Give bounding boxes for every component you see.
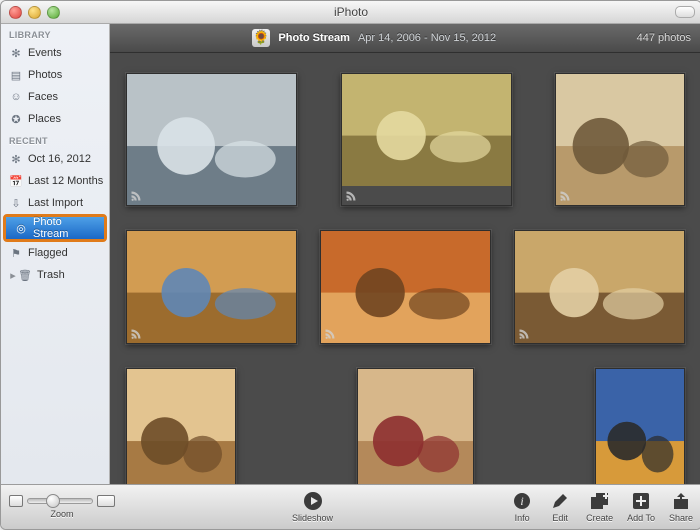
sidebar-item-places[interactable]: ✪ Places xyxy=(1,108,109,130)
sidebar-group-library: LIBRARY xyxy=(1,24,109,42)
sidebar-item-label: Places xyxy=(28,113,61,125)
share-label: Share xyxy=(669,513,693,523)
photos-icon: ▤ xyxy=(9,68,23,82)
sidebar-item-label: Photo Stream xyxy=(33,216,100,240)
minimize-icon[interactable] xyxy=(28,6,41,19)
sidebar-item-date[interactable]: ✻ Oct 16, 2012 xyxy=(1,148,109,170)
sidebar-item-label: Faces xyxy=(28,91,58,103)
date-range: Apr 14, 2006 - Nov 15, 2012 xyxy=(358,32,496,44)
zoom-slider[interactable] xyxy=(27,498,93,504)
photo-thumbnail[interactable] xyxy=(555,73,685,206)
addto-button[interactable]: Add To xyxy=(627,491,655,523)
sidebar: LIBRARY ✻ Events ▤ Photos ☺ Faces ✪ Plac… xyxy=(1,24,110,484)
photo-grid[interactable] xyxy=(110,53,700,484)
chevron-right-icon: ▸ xyxy=(9,269,17,282)
bottom-toolbar: Zoom Slideshow i Info Edit xyxy=(1,484,700,529)
edit-button[interactable]: Edit xyxy=(548,491,572,523)
sidebar-item-label: Last 12 Months xyxy=(28,175,103,187)
content-area: 🌻 Photo Stream Apr 14, 2006 - Nov 15, 20… xyxy=(110,24,700,484)
sidebar-item-label: Trash xyxy=(37,269,65,281)
calendar-icon: 📅 xyxy=(9,174,23,188)
zoom-in-button[interactable] xyxy=(97,495,115,507)
titlebar: iPhoto xyxy=(1,1,700,24)
share-icon xyxy=(669,491,693,511)
zoom-out-button[interactable] xyxy=(9,495,23,507)
info-icon: i xyxy=(510,491,534,511)
info-label: Info xyxy=(515,513,530,523)
photo-thumbnail[interactable] xyxy=(341,73,512,206)
page-title: Photo Stream xyxy=(278,32,350,44)
slider-knob[interactable] xyxy=(46,494,60,508)
photo-count: 447 photos xyxy=(637,32,691,44)
content-header: 🌻 Photo Stream Apr 14, 2006 - Nov 15, 20… xyxy=(110,24,700,53)
places-icon: ✪ xyxy=(9,112,23,126)
photo-thumbnail[interactable] xyxy=(514,230,685,344)
create-button[interactable]: Create xyxy=(586,491,613,523)
sidebar-group-recent: RECENT xyxy=(1,130,109,148)
photo-thumbnail[interactable] xyxy=(357,368,474,484)
photo-thumbnail[interactable] xyxy=(320,230,491,344)
right-tool-group: i Info Edit Create Add To xyxy=(510,491,693,523)
close-icon[interactable] xyxy=(9,6,22,19)
grid-row xyxy=(126,368,685,484)
plus-icon xyxy=(629,491,653,511)
rss-icon xyxy=(559,190,571,202)
sidebar-item-label: Oct 16, 2012 xyxy=(28,153,91,165)
zoom-icon[interactable] xyxy=(47,6,60,19)
traffic-lights xyxy=(9,6,60,19)
addto-label: Add To xyxy=(627,513,655,523)
pencil-icon xyxy=(548,491,572,511)
sidebar-item-label: Flagged xyxy=(28,247,68,259)
window-title: iPhoto xyxy=(1,5,700,19)
sidebar-item-label: Last Import xyxy=(28,197,83,209)
share-button[interactable]: Share xyxy=(669,491,693,523)
flag-icon: ⚑ xyxy=(9,246,23,260)
zoom-control: Zoom xyxy=(9,495,115,519)
selection-highlight: ◎ Photo Stream xyxy=(3,214,107,242)
sidebar-item-flagged[interactable]: ⚑ Flagged xyxy=(1,242,109,264)
slideshow-label: Slideshow xyxy=(292,513,333,523)
sidebar-item-label: Photos xyxy=(28,69,62,81)
slideshow-button[interactable]: Slideshow xyxy=(292,491,333,523)
sidebar-item-photos[interactable]: ▤ Photos xyxy=(1,64,109,86)
rss-icon xyxy=(345,190,357,202)
create-label: Create xyxy=(586,513,613,523)
photo-thumbnail[interactable] xyxy=(126,230,297,344)
sidebar-item-photostream[interactable]: ◎ Photo Stream xyxy=(6,217,104,239)
info-button[interactable]: i Info xyxy=(510,491,534,523)
sidebar-item-faces[interactable]: ☺ Faces xyxy=(1,86,109,108)
photo-thumbnail[interactable] xyxy=(126,368,236,484)
rss-icon xyxy=(324,328,336,340)
rss-icon xyxy=(130,328,142,340)
trash-icon: 🗑 xyxy=(18,268,32,282)
event-icon: ✻ xyxy=(9,152,23,166)
sidebar-item-lastimport[interactable]: ⇩ Last Import xyxy=(1,192,109,214)
fullscreen-button[interactable] xyxy=(675,6,695,18)
app-window: iPhoto LIBRARY ✻ Events ▤ Photos ☺ Faces… xyxy=(0,0,700,530)
sidebar-item-events[interactable]: ✻ Events xyxy=(1,42,109,64)
edit-label: Edit xyxy=(552,513,568,523)
svg-text:i: i xyxy=(520,494,523,508)
play-icon xyxy=(301,491,325,511)
create-icon xyxy=(588,491,612,511)
events-icon: ✻ xyxy=(9,46,23,60)
zoom-label: Zoom xyxy=(50,509,73,519)
sunflower-icon: 🌻 xyxy=(252,29,270,47)
photo-thumbnail[interactable] xyxy=(595,368,685,484)
grid-row xyxy=(126,73,685,206)
rss-icon xyxy=(130,190,142,202)
photo-thumbnail[interactable] xyxy=(126,73,297,206)
sidebar-item-label: Events xyxy=(28,47,62,59)
sidebar-item-last12months[interactable]: 📅 Last 12 Months xyxy=(1,170,109,192)
rss-icon xyxy=(518,328,530,340)
faces-icon: ☺ xyxy=(9,90,23,104)
sidebar-item-trash[interactable]: ▸ 🗑 Trash xyxy=(1,264,109,286)
photostream-icon: ◎ xyxy=(14,221,28,235)
import-icon: ⇩ xyxy=(9,196,23,210)
grid-row xyxy=(126,230,685,344)
